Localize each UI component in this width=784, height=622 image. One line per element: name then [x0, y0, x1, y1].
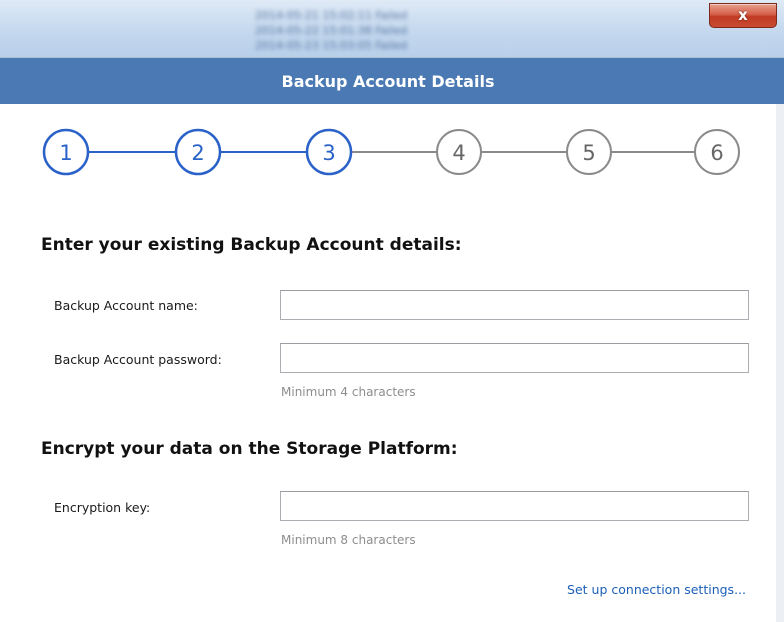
blurred-background-text: 2014-05-21 15:02:11 Failed 2014-05-22 15… [255, 8, 515, 52]
blurred-line: 2014-05-21 15:02:11 Failed [255, 9, 408, 22]
step-1-number: 1 [59, 141, 72, 165]
account-section-title: Enter your existing Backup Account detai… [41, 235, 462, 255]
account-password-label: Backup Account password: [54, 352, 222, 367]
step-2-number: 2 [191, 141, 204, 165]
close-button[interactable]: x [709, 3, 777, 28]
step-4-indicator: 4 [436, 129, 482, 175]
step-3-indicator: 3 [305, 128, 353, 176]
step-2-indicator: 2 [174, 128, 222, 176]
page-title: Backup Account Details [281, 71, 495, 91]
step-5-number: 5 [582, 141, 595, 165]
encryption-key-label: Encryption key: [54, 500, 151, 515]
dialog-content: 1 2 3 4 5 6 Enter your existing Backup A… [0, 104, 784, 622]
step-6-number: 6 [710, 141, 723, 165]
password-hint: Minimum 4 characters [281, 385, 416, 399]
encryption-key-hint: Minimum 8 characters [281, 533, 416, 547]
blurred-line: 2014-05-23 15:03:05 Failed [255, 39, 408, 52]
blurred-line: 2014-05-22 15:01:38 Failed [255, 24, 408, 37]
step-3-number: 3 [322, 141, 335, 165]
step-5-indicator: 5 [566, 129, 612, 175]
step-4-number: 4 [452, 141, 465, 165]
step-6-indicator: 6 [694, 129, 740, 175]
encryption-key-input[interactable] [280, 491, 749, 521]
account-name-label: Backup Account name: [54, 298, 198, 313]
window-titlebar: 2014-05-21 15:02:11 Failed 2014-05-22 15… [0, 0, 784, 58]
account-name-input[interactable] [280, 290, 749, 320]
step-progress-indicator: 1 2 3 4 5 6 [42, 128, 740, 176]
close-icon: x [738, 6, 748, 24]
step-1-indicator: 1 [42, 128, 90, 176]
account-password-input[interactable] [280, 343, 749, 373]
encryption-section-title: Encrypt your data on the Storage Platfor… [41, 439, 458, 459]
dialog-header: Backup Account Details [0, 58, 784, 104]
connection-settings-link[interactable]: Set up connection settings... [567, 582, 746, 597]
